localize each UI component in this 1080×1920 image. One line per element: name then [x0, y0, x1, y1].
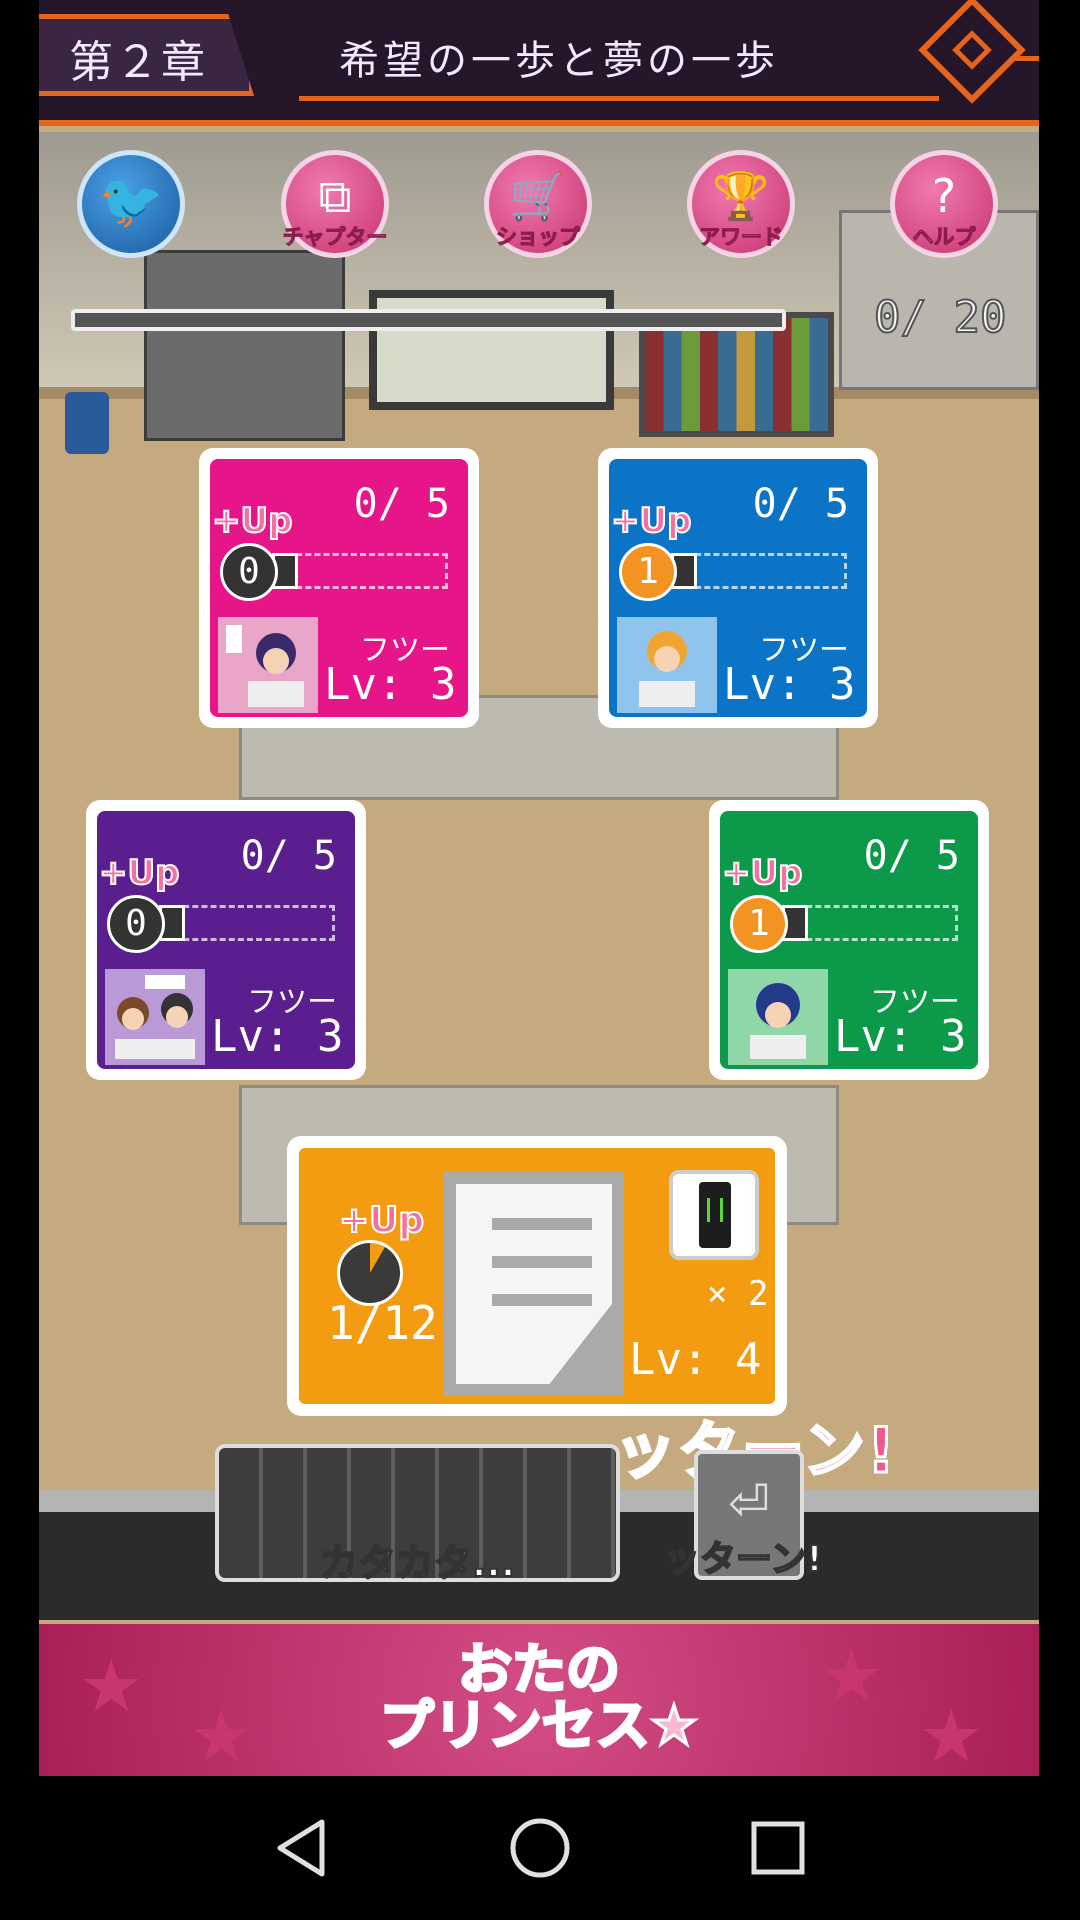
- game-screen: 第２章 希望の一歩と夢の一歩 🐦 ⧉ チャプター 🛒 ショップ 🏆 アワード ?…: [39, 0, 1039, 1776]
- card-count: 0/ 5: [863, 833, 960, 879]
- card-level: Lv: 3: [324, 659, 457, 710]
- help-question-icon: ?: [931, 169, 957, 223]
- chapter-button[interactable]: ⧉ チャプター: [281, 150, 389, 258]
- character-card-purple[interactable]: 0/ 5 0 +Up フツー Lv: 3: [86, 800, 366, 1080]
- twitter-button[interactable]: 🐦: [77, 150, 185, 258]
- card-panel: 0/ 5 0 +Up フツー Lv: 3: [97, 811, 355, 1069]
- steel-shelf: [144, 250, 345, 441]
- card-panel: 0/ 5 1 +Up フツー Lv: 3: [720, 811, 978, 1069]
- enter-arrow-icon: ⏎: [728, 1474, 770, 1532]
- card-level-badge: 1: [730, 895, 788, 953]
- card-up-label: +Up: [211, 500, 293, 542]
- character-card-pink[interactable]: 0/ 5 0 +Up フツー Lv: 3: [199, 448, 479, 728]
- enter-label: ッターン!: [663, 1538, 824, 1581]
- award-button-label: アワード: [699, 225, 784, 250]
- card-progress-track: [677, 553, 847, 589]
- chapter-label: 第２章: [69, 37, 207, 88]
- card-up-label: +Up: [98, 852, 180, 894]
- header-divider-right: [1014, 56, 1039, 61]
- ad-banner[interactable]: ★ ★ ★ ★ おたの プリンセス★: [39, 1624, 1039, 1776]
- card-panel: 0/ 5 0 +Up フツー Lv: 3: [210, 459, 468, 717]
- task-card[interactable]: +Up 1/12 × 2 Lv: 4: [287, 1136, 787, 1416]
- energy-drink-icon: [699, 1182, 731, 1248]
- energy-drink-button[interactable]: [669, 1170, 759, 1260]
- card-progress-track: [165, 905, 335, 941]
- chapter-icon: ⧉: [318, 169, 352, 223]
- shop-button-label: ショップ: [496, 225, 581, 250]
- card-level: Lv: 3: [211, 1011, 344, 1062]
- banner-title: おたの プリンセス★: [39, 1638, 1039, 1757]
- card-up-label: +Up: [721, 852, 803, 894]
- task-count: 1/12: [327, 1296, 438, 1350]
- card-level-badge: 0: [107, 895, 165, 953]
- character-avatar: [617, 617, 717, 713]
- header: 第２章 希望の一歩と夢の一歩: [39, 0, 1039, 126]
- card-progress-track: [788, 905, 958, 941]
- banner-title-line2: プリンセス★: [378, 1694, 699, 1757]
- card-level-badge: 0: [220, 543, 278, 601]
- shop-button[interactable]: 🛒 ショップ: [484, 150, 592, 258]
- card-count: 0/ 5: [240, 833, 337, 879]
- cart-icon: 🛒: [509, 169, 567, 223]
- trash-can: [65, 392, 109, 454]
- task-up-label: +Up: [338, 1199, 425, 1242]
- chapter-button-label: チャプター: [282, 225, 388, 250]
- document-icon: [444, 1172, 624, 1396]
- navigation-bar: [0, 1776, 1080, 1920]
- keyboard-button[interactable]: カタカタ...: [215, 1444, 620, 1586]
- task-panel: +Up 1/12 × 2 Lv: 4: [299, 1148, 775, 1404]
- card-level: Lv: 3: [723, 659, 856, 710]
- keyboard-label: カタカタ...: [319, 1540, 516, 1586]
- character-avatar: [728, 969, 828, 1065]
- header-divider: [299, 96, 939, 101]
- card-count: 0/ 5: [353, 481, 450, 527]
- card-level: Lv: 3: [834, 1011, 967, 1062]
- help-button[interactable]: ? ヘルプ: [890, 150, 998, 258]
- character-avatar: [105, 969, 205, 1065]
- drink-multiplier: × 2: [707, 1274, 769, 1314]
- home-icon[interactable]: [508, 1816, 572, 1880]
- recent-apps-icon[interactable]: [746, 1816, 810, 1880]
- trophy-icon: 🏆: [712, 169, 770, 223]
- card-progress-track: [278, 553, 448, 589]
- diamond-emblem-icon: [918, 0, 1026, 104]
- task-level: Lv: 4: [629, 1334, 762, 1385]
- back-icon[interactable]: [270, 1816, 334, 1880]
- character-card-blue[interactable]: 0/ 5 1 +Up フツー Lv: 3: [598, 448, 878, 728]
- card-count: 0/ 5: [752, 481, 849, 527]
- whiteboard: [369, 290, 614, 410]
- award-button[interactable]: 🏆 アワード: [687, 150, 795, 258]
- card-level-badge: 1: [619, 543, 677, 601]
- banner-title-line1: おたの: [457, 1638, 622, 1701]
- card-up-label: +Up: [610, 500, 692, 542]
- character-card-green[interactable]: 0/ 5 1 +Up フツー Lv: 3: [709, 800, 989, 1080]
- chapter-title: 希望の一歩と夢の一歩: [339, 38, 779, 84]
- help-button-label: ヘルプ: [912, 225, 976, 250]
- chapter-progress-text: 0/ 20: [873, 291, 1007, 344]
- chapter-progress-bar: [71, 309, 786, 331]
- card-panel: 0/ 5 1 +Up フツー Lv: 3: [609, 459, 867, 717]
- twitter-bird-icon: 🐦: [98, 172, 164, 232]
- character-avatar: [218, 617, 318, 713]
